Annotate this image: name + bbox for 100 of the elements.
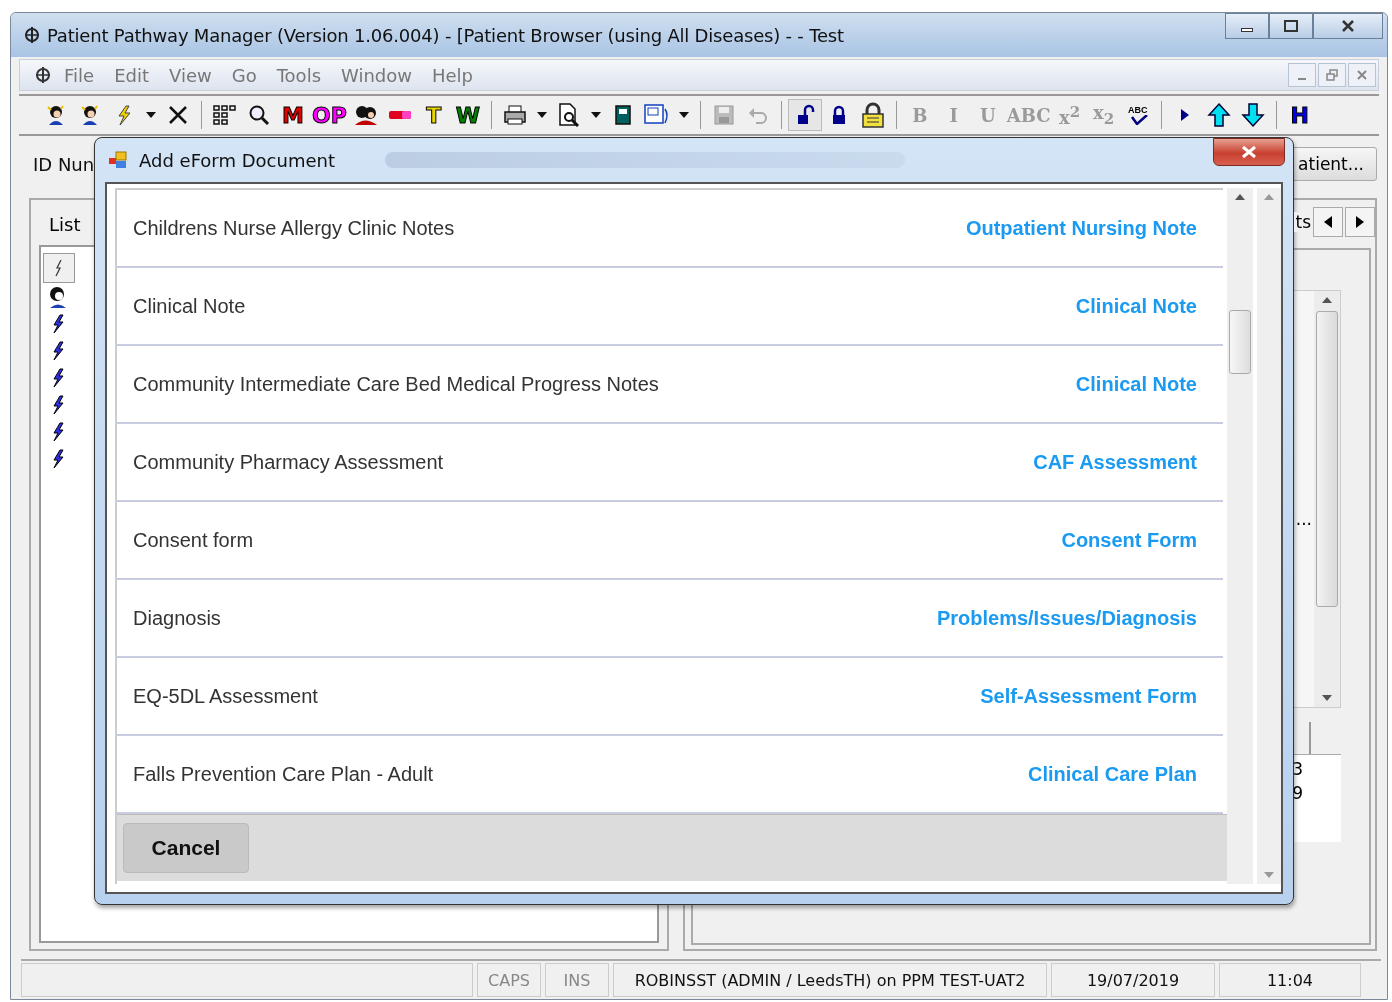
close-icon [1341, 20, 1355, 32]
form-category: CAF Assessment [1033, 450, 1197, 474]
scrollbar[interactable] [1227, 188, 1253, 884]
list-text: ... [1295, 509, 1312, 529]
window-title: Patient Pathway Manager (Version 1.06.004) - [Patient Browser (using All Diseases) - - Test [47, 24, 844, 46]
arrow-up-icon [1206, 102, 1231, 128]
app-logo-icon [34, 66, 52, 84]
toolbar-button[interactable]: H [1282, 99, 1317, 131]
form-name: Clinical Note [133, 294, 246, 318]
toolbar-button[interactable]: M [276, 99, 310, 131]
form-list-item[interactable]: Diagnosis Problems/Issues/Diagnosis [117, 580, 1223, 658]
format-button[interactable]: B [902, 99, 937, 131]
arrow-up-icon [1235, 194, 1245, 200]
pill-icon [387, 108, 412, 122]
menu-item[interactable]: File [56, 64, 103, 86]
format-button[interactable]: x$^{2}$ [1052, 99, 1087, 131]
form-list-item[interactable]: Consent form Consent Form [117, 502, 1223, 580]
time: 11:04 [1219, 963, 1361, 997]
scroll-right-button[interactable] [1345, 207, 1375, 237]
minimize-icon [1298, 78, 1306, 80]
insert-indicator: INS [545, 963, 609, 997]
format-button[interactable]: U [970, 99, 1005, 131]
form-name: EQ-5DL Assessment [133, 684, 318, 708]
menu-item[interactable]: Go [223, 64, 265, 86]
menu-item[interactable]: View [161, 64, 220, 86]
form-category: Problems/Issues/Diagnosis [936, 606, 1197, 630]
triangle-left-icon [1324, 216, 1332, 228]
list-tab[interactable]: List [39, 208, 91, 241]
person-icon [48, 284, 68, 309]
form-name: Community Intermediate Care Bed Medical Progress Notes [133, 372, 659, 396]
form-list-item[interactable]: EQ-5DL Assessment Self-Assessment Form [117, 658, 1223, 736]
scroll-left-button[interactable] [1313, 207, 1343, 237]
scrollbar-thumb[interactable] [1229, 310, 1251, 374]
lightning-icon [51, 313, 65, 334]
form-list-item[interactable]: Community Pharmacy Assessment CAF Assessment [117, 424, 1223, 502]
form-category: Clinical Care Plan [1028, 762, 1197, 786]
close-button[interactable] [1313, 13, 1383, 39]
format-button[interactable]: x$_{2}$ [1086, 99, 1121, 131]
toolbar-button[interactable] [787, 99, 822, 131]
menu-item[interactable]: Window [333, 64, 420, 86]
format-button[interactable]: I [936, 99, 971, 131]
minimize-button[interactable] [1225, 13, 1269, 39]
lightning-icon [51, 340, 65, 361]
date: 19/07/2019 [1051, 963, 1215, 997]
caret-icon [590, 112, 601, 118]
table-cell-text: 9 [1292, 782, 1304, 803]
format-button[interactable]: ABC [1004, 99, 1053, 131]
caret-icon [146, 112, 156, 118]
menu-item[interactable]: Edit [106, 64, 157, 86]
app-logo-icon [23, 26, 41, 44]
maximize-icon [1284, 20, 1298, 32]
menu-item[interactable]: Help [424, 64, 482, 86]
caret-icon [678, 112, 689, 118]
form-list-item[interactable]: Community Intermediate Care Bed Medical Progress Notes Clinical Note [117, 346, 1223, 424]
padlock-icon [860, 102, 885, 128]
maximize-button[interactable] [1269, 13, 1313, 39]
printer-icon [502, 104, 527, 126]
triangle-right-icon [1356, 216, 1364, 228]
document-icon [642, 103, 671, 127]
close-button[interactable] [1213, 138, 1285, 166]
form-name: Consent form [133, 528, 254, 552]
form-list-item[interactable]: Clinical Note Clinical Note [117, 268, 1223, 346]
lightning-icon [51, 421, 65, 442]
lightning-icon [51, 448, 65, 469]
form-category: Consent Form [1061, 528, 1197, 552]
lightning-icon [51, 394, 65, 415]
cancel-button[interactable]: Cancel [123, 823, 249, 873]
scrollbar[interactable] [1314, 291, 1340, 707]
id-number-label: ID Nun [33, 153, 95, 175]
form-category: Clinical Note [1075, 372, 1197, 396]
person-icon [79, 104, 101, 126]
form-list-item[interactable]: Childrens Nurse Allergy Clinic Notes Outpatient Nursing Note [117, 190, 1223, 268]
form-category: Clinical Note [1075, 294, 1197, 318]
spellcheck-button[interactable]: ABC [1120, 99, 1155, 131]
scrollbar-thumb[interactable] [1316, 311, 1338, 607]
arrow-up-icon [1264, 194, 1274, 200]
arrow-up-icon [1322, 297, 1332, 303]
form-name: Childrens Nurse Allergy Clinic Notes [133, 216, 455, 240]
lightning-icon [51, 367, 65, 388]
scrollbar[interactable] [1257, 188, 1281, 884]
cross-icon [167, 104, 189, 126]
form-category: Self-Assessment Form [980, 684, 1197, 708]
table-cell-text: 3 [1292, 758, 1304, 779]
menu-item[interactable]: Tools [268, 64, 329, 86]
form-category: Outpatient Nursing Note [965, 216, 1197, 240]
toolbar-button[interactable]: OP [310, 99, 349, 131]
book-icon [612, 104, 633, 126]
patient-button[interactable]: atient... [1291, 147, 1377, 181]
form-name: Community Pharmacy Assessment [133, 450, 444, 474]
arrow-down-icon [1322, 695, 1332, 701]
toolbar-button[interactable]: W [450, 99, 485, 131]
form-name: Falls Prevention Care Plan - Adult [133, 762, 434, 786]
lightning-icon [54, 259, 64, 277]
dialog-title: Add eForm Document [139, 149, 335, 171]
minimize-icon [1241, 28, 1253, 32]
arrow-down-icon [1240, 102, 1265, 128]
arrow-down-icon [1264, 872, 1274, 878]
page-magnifier-icon [557, 103, 580, 127]
close-icon [1241, 145, 1257, 159]
search-icon [248, 104, 270, 126]
